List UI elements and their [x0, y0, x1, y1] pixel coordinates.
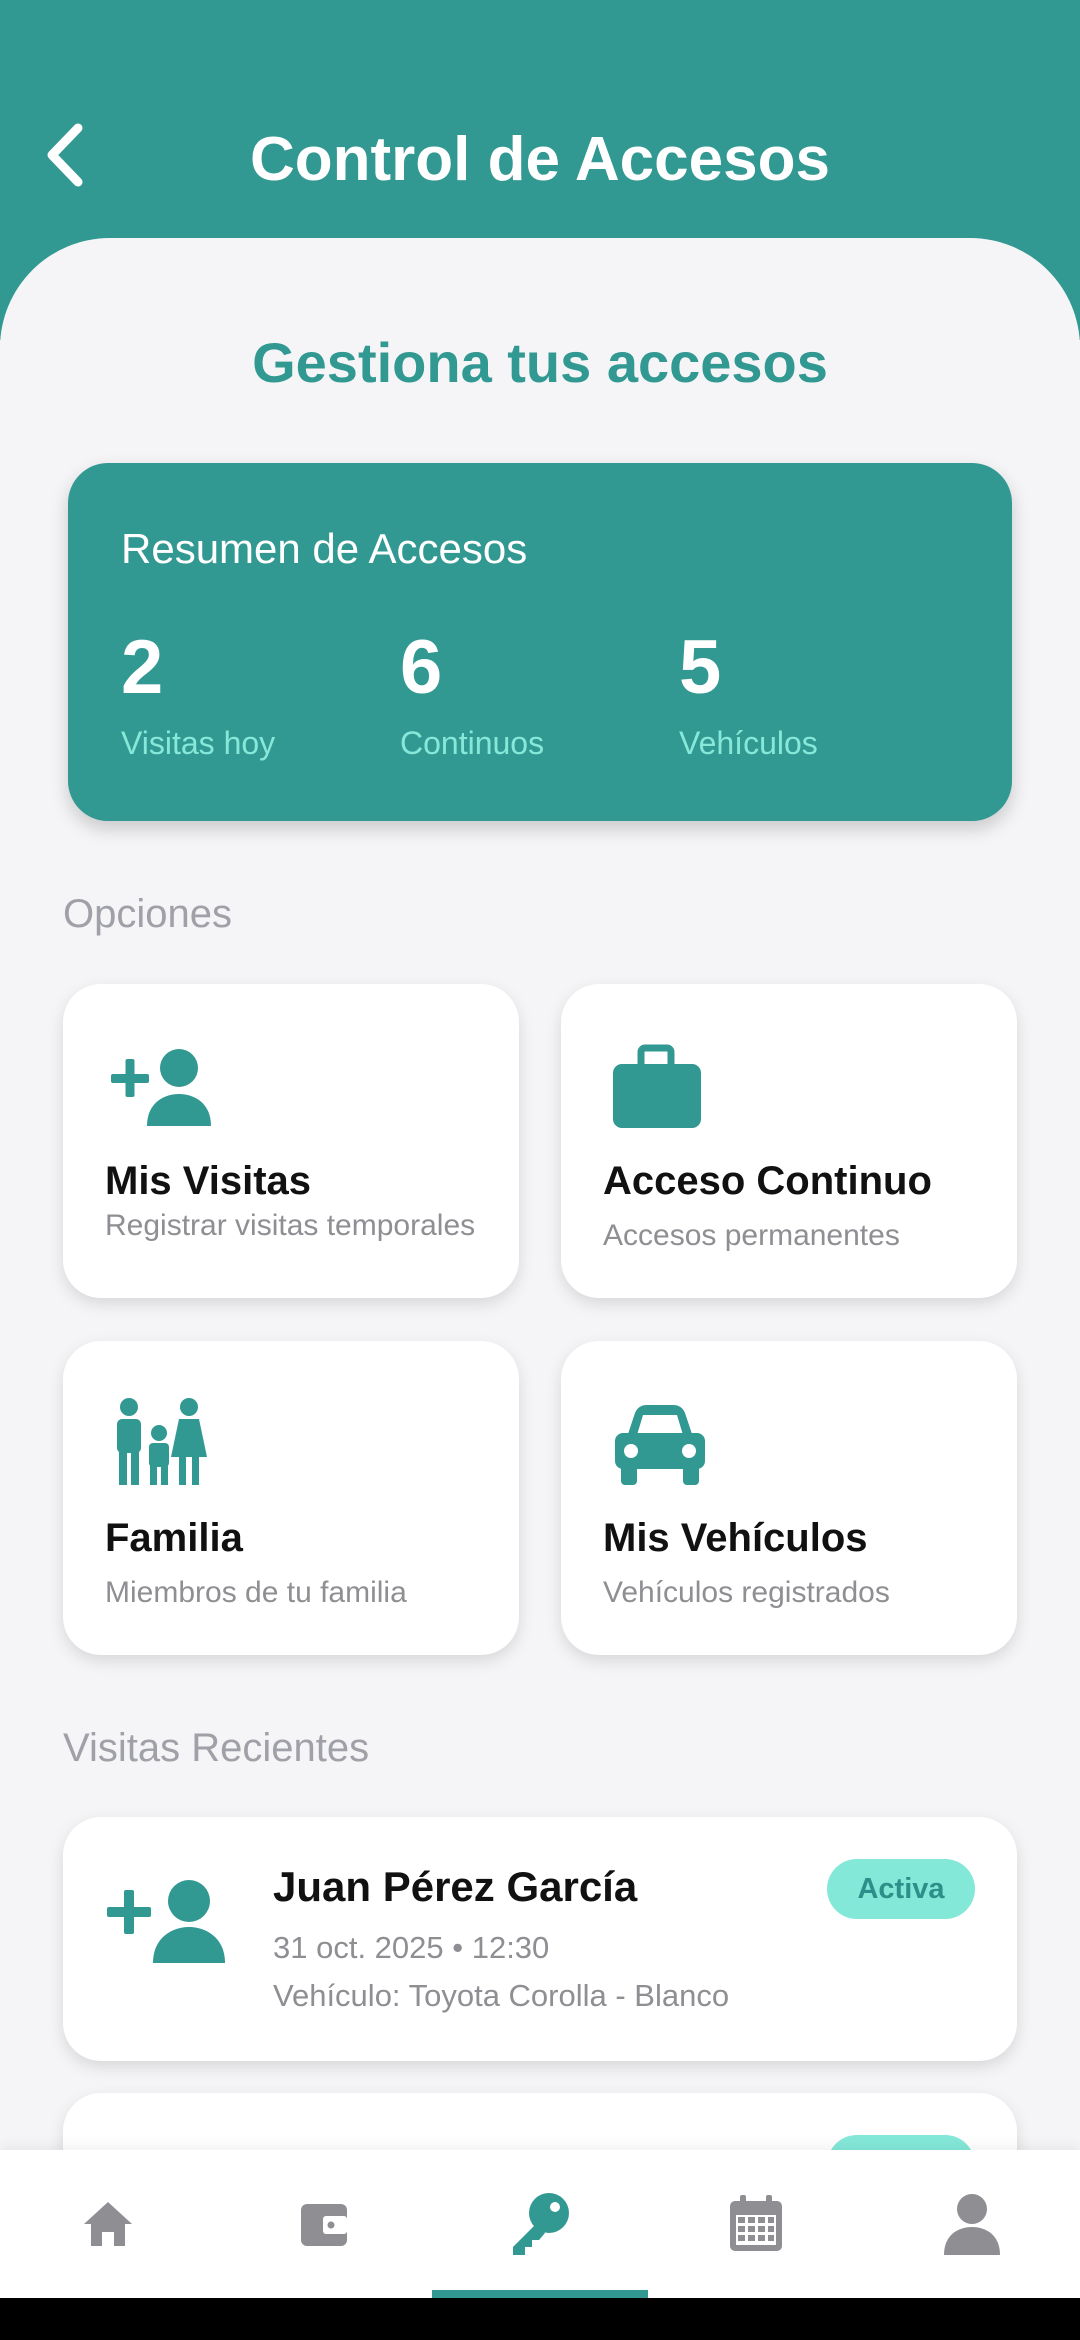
card-title: Mis Vehículos [603, 1516, 868, 1560]
card-subtitle: Miembros de tu familia [105, 1576, 407, 1609]
wallet-icon [301, 2204, 347, 2246]
stat-continuous: 6 Continuos [400, 623, 660, 765]
bottom-nav [0, 2150, 1080, 2298]
stat-label: Continuos [400, 725, 545, 761]
card-subtitle: Registrar visitas temporales [105, 1209, 476, 1242]
recent-visit-card[interactable]: Juan Pérez García 31 oct. 2025 • 12:30 V… [63, 1817, 1017, 2061]
visit-vehicle: Vehículo: Toyota Corolla - Blanco [273, 1978, 730, 2013]
car-icon [615, 1405, 705, 1485]
visit-datetime: 31 oct. 2025 • 12:30 [273, 1930, 550, 1965]
stat-value: 6 [400, 625, 443, 710]
card-title: Familia [105, 1516, 243, 1560]
option-card-family[interactable]: Familia Miembros de tu familia [63, 1341, 519, 1655]
app-title: Control de Accesos [250, 125, 830, 194]
summary-card: Resumen de Accesos 2 Visitas hoy 6 Conti… [68, 463, 1012, 821]
stat-visits-today: 2 Visitas hoy [121, 623, 381, 765]
card-subtitle: Vehículos registrados [603, 1576, 890, 1609]
add-person-icon [107, 1880, 225, 1963]
nav-wallet[interactable] [216, 2150, 432, 2298]
nav-calendar[interactable] [648, 2150, 864, 2298]
options-section-label: Opciones [63, 892, 232, 936]
profile-icon [944, 2194, 1000, 2255]
recent-visits-section-label: Visitas Recientes [63, 1726, 370, 1770]
stat-value: 2 [121, 625, 164, 710]
key-icon [513, 2193, 569, 2255]
nav-active-indicator [432, 2290, 648, 2298]
nav-profile[interactable] [864, 2150, 1080, 2298]
visitor-name: Juan Pérez García [273, 1863, 638, 1910]
add-person-icon [111, 1049, 211, 1126]
summary-title: Resumen de Accesos [121, 525, 528, 572]
stat-vehicles: 5 Vehículos [679, 623, 939, 765]
option-card-continuous-access[interactable]: Acceso Continuo Accesos permanentes [561, 984, 1017, 1298]
card-subtitle: Accesos permanentes [603, 1219, 900, 1252]
card-title: Mis Visitas [105, 1159, 312, 1203]
home-icon [84, 2202, 132, 2246]
option-card-my-vehicles[interactable]: Mis Vehículos Vehículos registrados [561, 1341, 1017, 1655]
calendar-icon [730, 2195, 782, 2251]
nav-home[interactable] [0, 2150, 216, 2298]
briefcase-icon [613, 1044, 701, 1128]
stat-label: Vehículos [679, 725, 818, 761]
family-icon [117, 1398, 207, 1485]
stat-label: Visitas hoy [121, 725, 276, 761]
stat-value: 5 [679, 625, 722, 710]
page-title: Gestiona tus accesos [252, 331, 828, 394]
nav-access[interactable] [432, 2150, 648, 2298]
option-card-my-visits[interactable]: Mis Visitas Registrar visitas temporales [63, 984, 519, 1298]
status-badge: Activa [827, 1859, 975, 1919]
card-title: Acceso Continuo [603, 1159, 932, 1203]
system-nav-bar [0, 2298, 1080, 2340]
screen: Control de Accesos Gestiona tus accesos … [0, 0, 1080, 2340]
